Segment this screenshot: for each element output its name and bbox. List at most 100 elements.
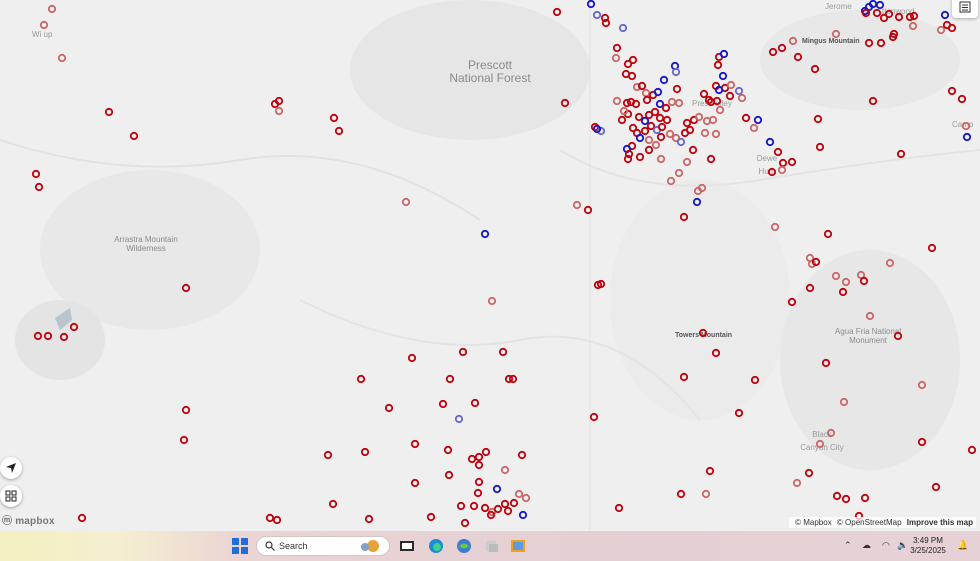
map-marker[interactable] — [474, 460, 484, 470]
map-marker[interactable] — [692, 197, 702, 207]
map-marker[interactable] — [767, 167, 777, 177]
map-marker[interactable] — [614, 503, 624, 513]
map-marker[interactable] — [43, 331, 53, 341]
map-marker[interactable] — [592, 10, 602, 20]
map-marker[interactable] — [679, 372, 689, 382]
map-marker[interactable] — [773, 147, 783, 157]
map-marker[interactable] — [410, 439, 420, 449]
map-marker[interactable] — [617, 115, 627, 125]
map-marker[interactable] — [655, 99, 665, 109]
map-marker[interactable] — [634, 112, 644, 122]
start-button[interactable] — [231, 537, 249, 555]
map-marker[interactable] — [872, 8, 882, 18]
map-marker[interactable] — [443, 445, 453, 455]
map-marker[interactable] — [967, 445, 977, 455]
map-marker[interactable] — [810, 64, 820, 74]
map-marker[interactable] — [31, 169, 41, 179]
map-marker[interactable] — [618, 23, 628, 33]
map-marker[interactable] — [701, 489, 711, 499]
map-marker[interactable] — [957, 94, 967, 104]
map-marker[interactable] — [865, 311, 875, 321]
map-marker[interactable] — [509, 498, 519, 508]
map-marker[interactable] — [628, 55, 638, 65]
map-marker[interactable] — [787, 157, 797, 167]
map-marker[interactable] — [500, 465, 510, 475]
map-marker[interactable] — [961, 121, 971, 131]
map-marker[interactable] — [962, 132, 972, 142]
map-marker[interactable] — [667, 97, 677, 107]
map-marker[interactable] — [705, 466, 715, 476]
map-marker[interactable] — [821, 358, 831, 368]
map-marker[interactable] — [33, 331, 43, 341]
map-marker[interactable] — [272, 515, 282, 525]
map-marker[interactable] — [612, 96, 622, 106]
map-marker[interactable] — [805, 283, 815, 293]
map-marker[interactable] — [34, 182, 44, 192]
map-marker[interactable] — [734, 86, 744, 96]
map-marker[interactable] — [909, 11, 919, 21]
map-marker[interactable] — [492, 484, 502, 494]
map-marker[interactable] — [936, 25, 946, 35]
map-marker[interactable] — [832, 491, 842, 501]
map-marker[interactable] — [787, 297, 797, 307]
map-marker[interactable] — [718, 71, 728, 81]
map-marker[interactable] — [481, 447, 491, 457]
map-marker[interactable] — [725, 91, 735, 101]
map-marker[interactable] — [640, 126, 650, 136]
map-marker[interactable] — [104, 107, 114, 117]
map-marker[interactable] — [181, 283, 191, 293]
map-marker[interactable] — [838, 287, 848, 297]
map-marker[interactable] — [839, 397, 849, 407]
photos-app-button[interactable] — [455, 537, 473, 555]
map-marker[interactable] — [334, 126, 344, 136]
map-marker[interactable] — [129, 131, 139, 141]
map-marker[interactable] — [893, 331, 903, 341]
map-marker[interactable] — [700, 128, 710, 138]
map-marker[interactable] — [500, 499, 510, 509]
map-marker[interactable] — [885, 258, 895, 268]
map-marker[interactable] — [884, 9, 894, 19]
map-marker[interactable] — [514, 489, 524, 499]
map-marker[interactable] — [793, 52, 803, 62]
map-marker[interactable] — [659, 75, 669, 85]
map-marker[interactable] — [644, 145, 654, 155]
map-marker[interactable] — [813, 114, 823, 124]
map-marker[interactable] — [560, 98, 570, 108]
volume-icon[interactable]: 🔈 — [897, 540, 908, 551]
map-marker[interactable] — [642, 95, 652, 105]
map-marker[interactable] — [480, 229, 490, 239]
map-marker[interactable] — [656, 154, 666, 164]
map-marker[interactable] — [864, 38, 874, 48]
map-marker[interactable] — [917, 437, 927, 447]
attrib-mapbox-link[interactable]: © Mapbox — [795, 518, 832, 527]
map-marker[interactable] — [470, 398, 480, 408]
map-marker[interactable] — [503, 506, 513, 516]
map-marker[interactable] — [778, 158, 788, 168]
tray-chevron-up-icon[interactable]: ⌃ — [844, 540, 852, 551]
map-marker[interactable] — [927, 243, 937, 253]
map-marker[interactable] — [493, 504, 503, 514]
map-marker[interactable] — [650, 107, 660, 117]
map-marker[interactable] — [777, 43, 787, 53]
map-marker[interactable] — [765, 137, 775, 147]
map-marker[interactable] — [665, 129, 675, 139]
map-marker[interactable] — [896, 149, 906, 159]
map-marker[interactable] — [770, 222, 780, 232]
files-app-button[interactable] — [483, 537, 501, 555]
grid-view-button[interactable] — [0, 485, 22, 507]
map-marker[interactable] — [627, 71, 637, 81]
improve-map-link[interactable]: Improve this map — [907, 518, 973, 527]
map-marker[interactable] — [426, 512, 436, 522]
map-marker[interactable] — [611, 53, 621, 63]
cloud-icon[interactable]: ☁ — [862, 540, 871, 551]
map-marker[interactable] — [734, 408, 744, 418]
map-marker[interactable] — [552, 7, 562, 17]
map-marker[interactable] — [823, 229, 833, 239]
map-marker[interactable] — [875, 0, 885, 10]
map-marker[interactable] — [859, 276, 869, 286]
map-marker[interactable] — [711, 348, 721, 358]
locate-button[interactable] — [0, 457, 22, 479]
map-marker[interactable] — [179, 435, 189, 445]
map-marker[interactable] — [676, 489, 686, 499]
map-marker[interactable] — [661, 103, 671, 113]
